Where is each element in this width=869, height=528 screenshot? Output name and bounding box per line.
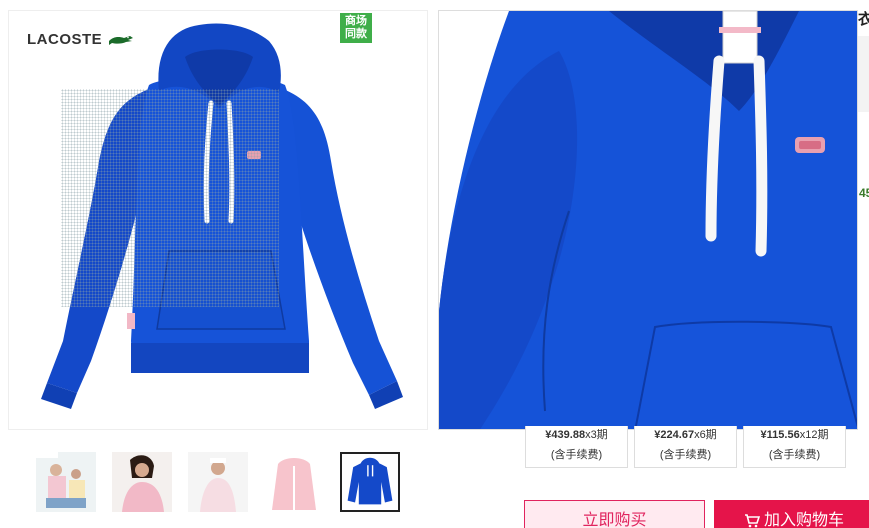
add-to-cart-button[interactable]: 加入购物车: [714, 500, 869, 528]
thumbnail-image: [36, 452, 96, 512]
buy-now-label: 立即购买: [582, 512, 647, 528]
thumbnail-1[interactable]: [36, 452, 96, 512]
installment-amount: ¥224.67x6期: [654, 429, 717, 441]
hoodie-zoomed-image: [439, 11, 857, 429]
product-title-fragment: 衣: [858, 10, 869, 28]
installment-fee: (含手续费): [550, 449, 603, 461]
buy-now-button[interactable]: 立即购买: [524, 500, 705, 528]
thumbnail-image: [188, 452, 248, 512]
thumbnail-image: [264, 452, 324, 512]
installment-amount: ¥115.56x12期: [760, 429, 829, 441]
installment-option-12[interactable]: ¥115.56x12期 (含手续费): [743, 426, 846, 468]
zoom-lens[interactable]: [61, 89, 279, 307]
thumbnail-5-active[interactable]: [340, 452, 400, 512]
installment-fee: (含手续费): [768, 449, 821, 461]
installment-fee: (含手续费): [659, 449, 712, 461]
thumbnail-4[interactable]: [264, 452, 324, 512]
thumbnail-3[interactable]: [188, 452, 248, 512]
price-panel-fragment: [858, 36, 869, 112]
points-fragment: 45: [859, 186, 869, 200]
thumbnail-2[interactable]: [112, 452, 172, 512]
installment-option-6[interactable]: ¥224.67x6期 (含手续费): [634, 426, 737, 468]
installment-option-3[interactable]: ¥439.88x3期 (含手续费): [525, 426, 628, 468]
add-to-cart-label: 加入购物车: [763, 512, 844, 528]
zoom-preview-panel: [438, 10, 858, 430]
thumbnail-image: [112, 452, 172, 512]
thumbnail-image: [342, 454, 398, 510]
installment-amount: ¥439.88x3期: [545, 429, 608, 441]
main-product-image[interactable]: LACOSTE 商场 同款: [8, 10, 428, 430]
cart-icon: [744, 513, 760, 528]
